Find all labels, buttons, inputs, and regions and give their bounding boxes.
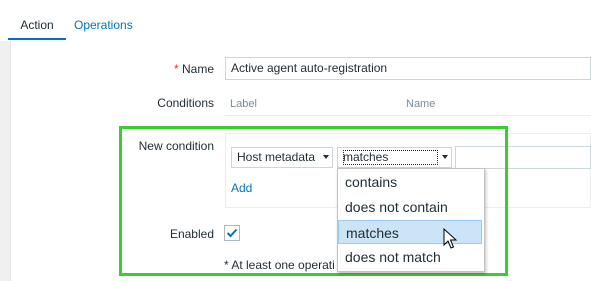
option-matches[interactable]: matches	[338, 220, 482, 244]
conditions-col-label: Label	[230, 98, 257, 110]
operator-dropdown-list: contains does not contain matches does n…	[337, 168, 485, 272]
required-mark: *	[173, 62, 179, 76]
option-contains[interactable]: contains	[338, 170, 482, 194]
name-label: * Name	[54, 62, 214, 76]
mouse-cursor-icon	[443, 228, 457, 249]
option-does-not-match[interactable]: does not match	[338, 245, 482, 269]
conditions-col-name: Name	[406, 98, 436, 110]
conditions-label: Conditions	[157, 96, 214, 110]
tab-operations[interactable]: Operations	[74, 0, 133, 40]
option-does-not-contain[interactable]: does not contain	[338, 195, 482, 219]
name-input[interactable]: Active agent auto-registration	[225, 57, 591, 80]
name-label-text: Name	[181, 62, 214, 76]
conditions-divider	[225, 115, 591, 116]
tab-action[interactable]: Action	[8, 0, 66, 40]
tab-bar: Action Operations	[0, 0, 591, 41]
